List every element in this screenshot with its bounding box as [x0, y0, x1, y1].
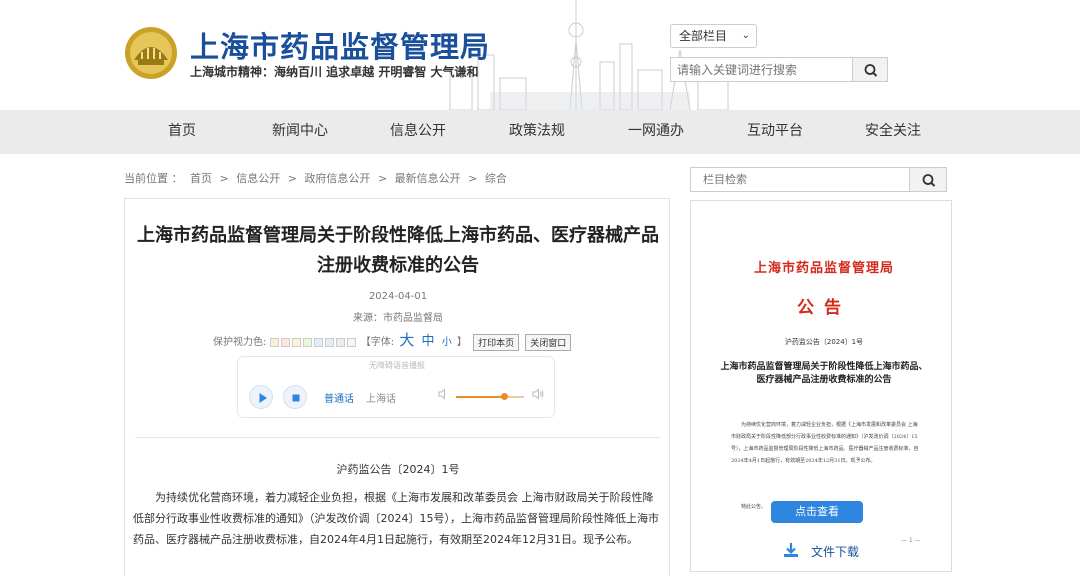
eye-care-swatch[interactable] — [346, 337, 356, 347]
article-date: 2024-04-01 — [368, 291, 428, 302]
font-size-label: 【字体: — [360, 337, 395, 348]
article-title: 上海市药品监督管理局关于阶段性降低上海市药品、医疗器械产品注册收费标准的公告 — [137, 225, 659, 276]
nav-item-home[interactable]: 首页 — [123, 110, 241, 154]
breadcrumb: 当前位置 ： 首页 > 信息公开 > 政府信息公开 > 最新信息公开 > 综合 — [124, 170, 511, 186]
notice-org: 上海市药品监督管理局 — [753, 261, 894, 276]
site-logo[interactable] — [124, 26, 178, 80]
eye-care-swatch[interactable] — [291, 337, 301, 347]
notice-heading: 公告 — [797, 298, 851, 318]
play-button[interactable] — [249, 385, 273, 409]
font-size-large[interactable]: 大 — [399, 331, 414, 349]
notice-page-mark: — 1 — — [901, 537, 921, 544]
breadcrumb-separator: > — [219, 172, 229, 185]
site-title: 上海市药品监督管理局 — [190, 30, 491, 64]
lang-putonghua-option[interactable]: 普通话 — [324, 390, 354, 405]
breadcrumb-item[interactable]: 最新信息公开 — [395, 172, 461, 185]
volume-high-icon[interactable] — [532, 388, 544, 400]
breadcrumb-separator: > — [468, 172, 478, 185]
breadcrumb-item[interactable]: 综合 — [485, 172, 507, 185]
notice-body: 为持续优化营商环境，着力减轻企业负担，根据《上海市发展和改革委员会 上海市财政局… — [731, 422, 919, 464]
download-icon — [784, 543, 798, 557]
notice-title: 上海市药品监督管理局关于阶段性降低上海市药品、医疗器械产品注册收费标准的公告 — [720, 362, 928, 385]
article-source: 来源：市药品监督局 — [353, 313, 443, 324]
audio-player: 无障碍语音播报 普通话 上海话 — [237, 356, 555, 418]
main-nav: 首页 新闻中心 信息公开 政策法规 一网通办 互动平台 安全关注 — [0, 110, 1080, 154]
breadcrumb-separator: > — [377, 172, 388, 185]
volume-low-icon[interactable] — [438, 388, 450, 400]
nav-item-info[interactable]: 信息公开 — [359, 110, 477, 154]
font-size-small[interactable]: 小 — [442, 337, 452, 348]
reading-tools: 保护视力色: 【字体: 大 中 小 】 打印本页 关闭窗口 — [213, 329, 572, 351]
play-icon — [259, 393, 267, 403]
stop-icon — [292, 394, 300, 402]
eye-care-swatch[interactable] — [280, 337, 290, 347]
view-notice-button[interactable]: 点击查看 — [771, 501, 863, 523]
column-search-button[interactable] — [909, 167, 947, 192]
nav-item-safety[interactable]: 安全关注 — [834, 110, 952, 154]
eye-care-swatches — [269, 337, 358, 348]
eye-care-swatch[interactable] — [302, 337, 312, 347]
column-search-input[interactable] — [690, 167, 910, 192]
article-body: 为持续优化营商环境，着力减轻企业负担，根据《上海市发展和改革委员会 上海市财政局… — [133, 491, 659, 546]
file-download-label: 文件下载 — [811, 545, 860, 559]
site-slogan: 上海城市精神：海纳百川 追求卓越 开明睿智 大气谦和 — [190, 65, 479, 79]
volume-slider[interactable] — [456, 393, 524, 400]
search-icon — [864, 64, 878, 77]
site-search-input[interactable] — [670, 57, 853, 82]
notice-ending: 特此公告。 — [741, 504, 767, 510]
eye-care-swatch[interactable] — [269, 337, 279, 347]
notice-preview-panel: 上海市药品监督管理局 公告 沪药监公告〔2024〕1号 上海市药品监督管理局关于… — [690, 200, 952, 572]
site-header: 上海市药品监督管理局 上海城市精神：海纳百川 追求卓越 开明睿智 大气谦和 全部… — [0, 0, 1080, 110]
nav-item-services[interactable]: 一网通办 — [597, 110, 715, 154]
content-divider — [135, 437, 661, 438]
close-window-button[interactable]: 关闭窗口 — [525, 333, 572, 351]
stop-button[interactable] — [283, 385, 307, 409]
chevron-down-icon: ⌄ — [741, 30, 750, 41]
nav-item-news[interactable]: 新闻中心 — [241, 110, 359, 154]
scope-select[interactable]: 全部栏目 ⌄ — [670, 24, 757, 48]
document-number: 沪药监公告〔2024〕1号 — [336, 463, 460, 476]
font-size-medium[interactable]: 中 — [422, 334, 435, 349]
nav-item-interaction[interactable]: 互动平台 — [716, 110, 834, 154]
site-search-button[interactable] — [852, 57, 888, 82]
search-icon — [922, 174, 936, 187]
breadcrumb-prefix: 当前位置 ： — [124, 172, 183, 185]
breadcrumb-item[interactable]: 信息公开 — [236, 172, 280, 185]
print-button[interactable]: 打印本页 — [473, 333, 520, 351]
eye-care-swatch[interactable] — [335, 337, 345, 347]
breadcrumb-separator: > — [287, 172, 297, 185]
article-panel: 上海市药品监督管理局关于阶段性降低上海市药品、医疗器械产品注册收费标准的公告 2… — [124, 198, 670, 576]
lang-shanghai-option[interactable]: 上海话 — [366, 390, 396, 405]
notice-doc-number: 沪药监公告〔2024〕1号 — [784, 338, 864, 346]
breadcrumb-item[interactable]: 首页 — [190, 172, 212, 185]
player-caption: 无障碍语音播报 — [369, 361, 425, 370]
eye-care-swatch[interactable] — [324, 337, 334, 347]
scope-select-value: 全部栏目 — [679, 29, 728, 43]
eye-care-swatch[interactable] — [313, 337, 323, 347]
volume-slider-handle[interactable] — [501, 393, 509, 400]
volume-slider-fill — [456, 396, 505, 398]
font-size-close: 】 — [456, 337, 467, 348]
nav-item-policy[interactable]: 政策法规 — [478, 110, 596, 154]
breadcrumb-item[interactable]: 政府信息公开 — [304, 172, 370, 185]
eye-care-label: 保护视力色: — [213, 337, 267, 348]
